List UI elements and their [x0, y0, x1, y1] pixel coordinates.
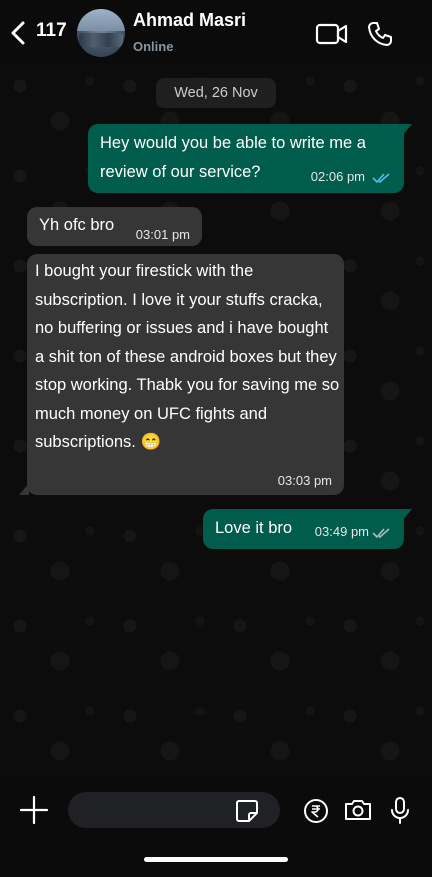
message-bubble-incoming[interactable]: I bought your firestick with the subscri…	[19, 254, 344, 495]
sticker-icon[interactable]	[234, 798, 260, 824]
unread-count[interactable]: 117	[36, 20, 67, 42]
bubble-tail	[402, 509, 412, 521]
message-time: 03:01 pm	[135, 227, 190, 242]
rupee-icon[interactable]	[303, 798, 329, 824]
bubble-tail	[19, 483, 29, 495]
message-time: 02:06 pm	[310, 169, 365, 184]
plus-icon[interactable]	[18, 794, 50, 826]
contact-status: Online	[133, 39, 174, 54]
home-indicator[interactable]	[144, 857, 288, 862]
date-chip: Wed, 26 Nov	[156, 78, 276, 108]
message-bubble-outgoing[interactable]: Love it bro 03:49 pm	[203, 509, 412, 549]
contact-name[interactable]: Ahmad Masri	[133, 10, 246, 31]
composer-bar	[0, 780, 432, 877]
bubble-tail	[402, 124, 412, 136]
video-call-icon[interactable]	[315, 22, 349, 46]
message-time: 03:49 pm	[314, 524, 369, 539]
message-bubble-incoming[interactable]: Yh ofc bro 03:01 pm	[27, 207, 202, 246]
camera-icon[interactable]	[343, 797, 373, 823]
avatar[interactable]	[77, 9, 125, 57]
chat-area[interactable]: Wed, 26 Nov Hey would you be able to wri…	[0, 66, 432, 780]
message-time: 03:03 pm	[277, 473, 332, 488]
message-bubble-outgoing[interactable]: Hey would you be able to write me a revi…	[88, 124, 412, 193]
read-ticks-icon	[372, 173, 390, 184]
message-text: Yh ofc bro	[39, 216, 115, 234]
back-arrow-icon[interactable]	[8, 20, 28, 46]
delivered-ticks-icon	[372, 528, 390, 539]
message-text: Love it bro	[215, 519, 293, 537]
phone-icon[interactable]	[366, 20, 394, 48]
message-text: I bought your firestick with the subscri…	[35, 262, 340, 451]
chat-header: 117 Ahmad Masri Online	[0, 0, 432, 66]
mic-icon[interactable]	[388, 796, 412, 826]
